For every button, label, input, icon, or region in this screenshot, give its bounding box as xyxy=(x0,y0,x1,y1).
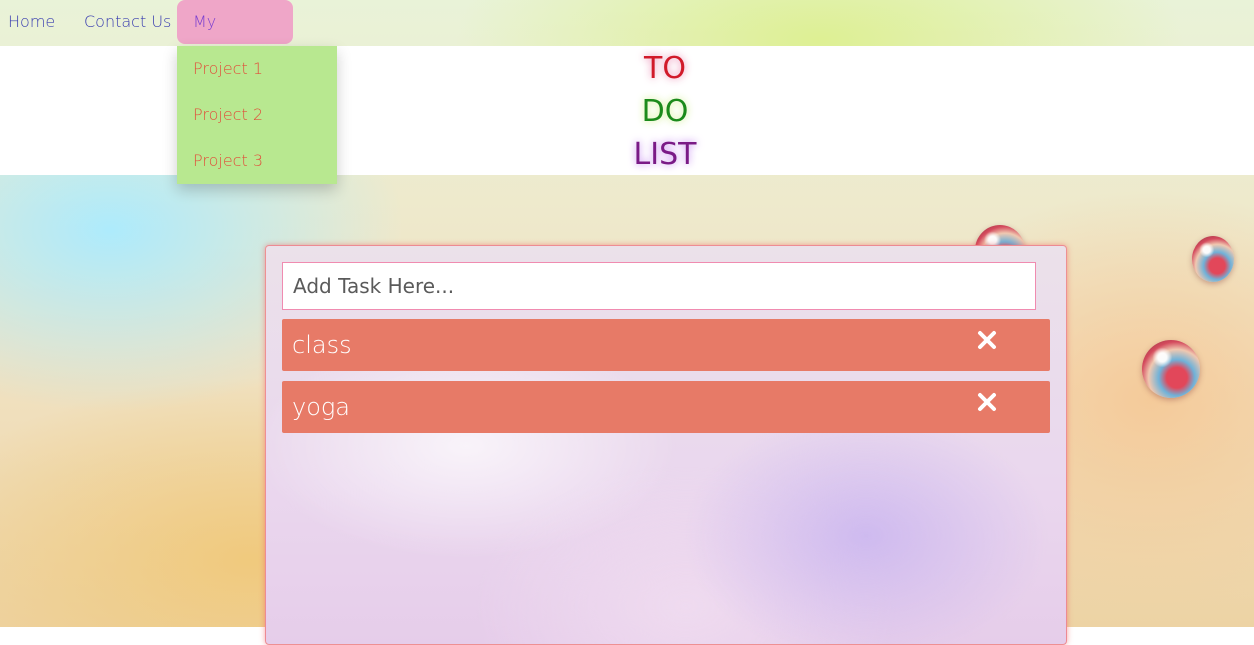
nav-home-link[interactable]: Home xyxy=(0,0,71,44)
dropdown-item-project-2[interactable]: Project 2 xyxy=(177,92,337,138)
nav-contact-link[interactable]: Contact Us xyxy=(68,0,187,44)
close-icon[interactable] xyxy=(970,327,1006,357)
add-task-input[interactable] xyxy=(282,262,1036,310)
bubble-decoration xyxy=(1142,340,1200,398)
top-nav: Home Contact Us My Projects xyxy=(0,0,1254,75)
title-to: TO xyxy=(644,51,686,86)
dropdown-item-project-1[interactable]: Project 1 xyxy=(177,46,337,92)
projects-dropdown: Project 1 Project 2 Project 3 xyxy=(177,46,337,184)
task-label: yoga xyxy=(292,393,350,421)
title-list: LIST xyxy=(633,137,697,172)
bubble-decoration xyxy=(1192,236,1234,282)
task-label: class xyxy=(292,331,352,359)
title-do: DO xyxy=(641,94,689,129)
task-item[interactable]: yoga xyxy=(282,381,1050,433)
task-item[interactable]: class xyxy=(282,319,1050,371)
nav-projects-menu[interactable]: My Projects xyxy=(177,0,293,75)
close-icon[interactable] xyxy=(970,389,1006,419)
todo-panel: class yoga xyxy=(265,245,1067,645)
dropdown-item-project-3[interactable]: Project 3 xyxy=(177,138,337,184)
